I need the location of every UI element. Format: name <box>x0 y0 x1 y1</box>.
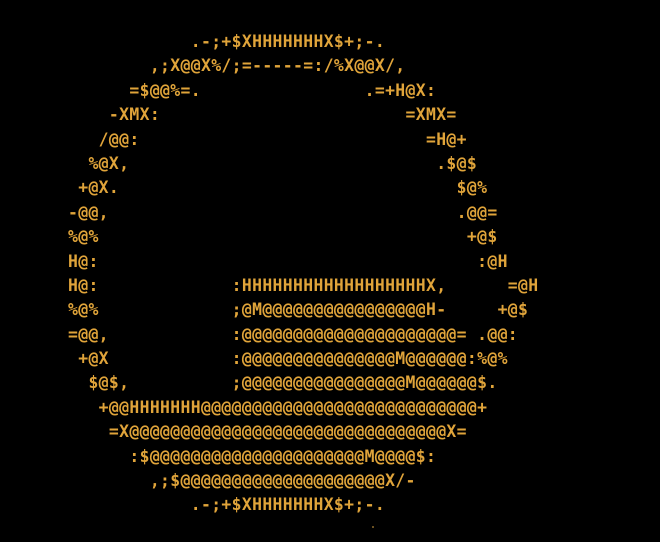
ascii-line: H@: :@H <box>68 251 508 271</box>
terminal-screen: .-;+$XHHHHHHHX$+;-. ,;X@@X%/;=-----=:/%X… <box>0 0 660 542</box>
ascii-line: +@X :@@@@@@@@@@@@@@@M@@@@@@:%@% <box>68 349 508 369</box>
ascii-line: %@X, .$@$ <box>68 153 478 173</box>
ascii-line: -XMX: =XMX= <box>68 105 457 125</box>
ascii-line: ,;X@@X%/;=-----=:/%X@@X/, <box>68 56 406 76</box>
ascii-line: %@% ;@M@@@@@@@@@@@@@@@@H- +@$ <box>68 300 529 320</box>
ascii-line: :$@@@@@@@@@@@@@@@@@@@@@M@@@@$: <box>68 446 437 466</box>
ascii-line: +@X. $@% <box>68 178 488 198</box>
ascii-line: ,;$@@@@@@@@@@@@@@@@@@@@X/- <box>68 471 416 491</box>
ascii-line: .-;+$XHHHHHHHX$+;-. <box>68 495 386 515</box>
ascii-line: H@: :HHHHHHHHHHHHHHHHHHX, =@H <box>68 275 539 295</box>
stray-pixel-dot <box>372 526 374 528</box>
ascii-line: /@@: =H@+ <box>68 129 467 149</box>
ascii-line: -@@, .@@= <box>68 202 498 222</box>
ascii-art: .-;+$XHHHHHHHX$+;-. ,;X@@X%/;=-----=:/%X… <box>68 30 539 518</box>
ascii-line: $@$, ;@@@@@@@@@@@@@@@@M@@@@@@$. <box>68 373 498 393</box>
ascii-line: =@@, :@@@@@@@@@@@@@@@@@@@@@= .@@: <box>68 324 519 344</box>
ascii-line: =$@@%=. .=+H@X: <box>68 80 437 100</box>
ascii-line: %@% +@$ <box>68 227 498 247</box>
ascii-line: =X@@@@@@@@@@@@@@@@@@@@@@@@@@@@@@@X= <box>68 422 467 442</box>
ascii-line: .-;+$XHHHHHHHX$+;-. <box>68 32 386 51</box>
ascii-line: +@@HHHHHHH@@@@@@@@@@@@@@@@@@@@@@@@@@@+ <box>68 397 488 417</box>
